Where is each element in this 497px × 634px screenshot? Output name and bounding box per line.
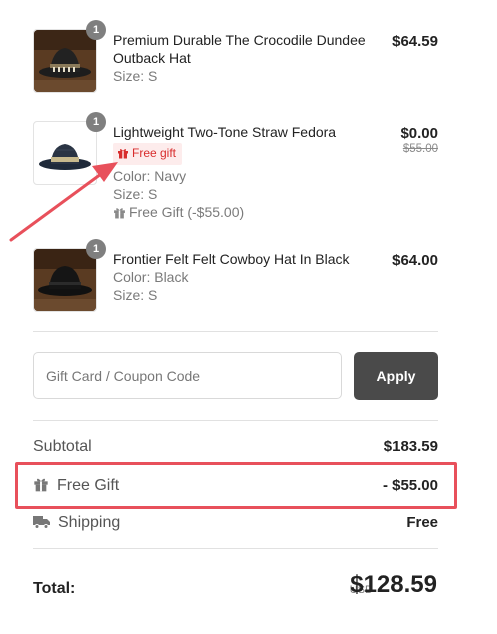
item-price: $64.00 [392,252,438,269]
free-gift-row: Free Gift - $55.00 [33,474,438,498]
apply-coupon-button[interactable]: Apply [354,352,438,400]
gift-icon [113,205,126,223]
cart-item: 1 Premium Durable The Crocodile Dundee O… [33,20,438,93]
divider [33,548,438,549]
quantity-badge: 1 [86,20,106,40]
product-thumbnail[interactable]: 1 [33,112,106,185]
item-info: Frontier Felt Felt Cowboy Hat In Black C… [113,250,368,304]
truck-icon [33,513,50,537]
hat-image-icon [34,30,96,92]
quantity-badge: 1 [86,112,106,132]
product-thumbnail[interactable]: 1 [33,239,106,312]
item-original-price: $55.00 [402,143,438,155]
item-size: Size: S [113,186,158,202]
cart-item: 1 Lightweight Two-Tone Straw Fedora Free… [33,112,438,223]
subtotal-value: $183.59 [383,438,438,455]
free-gift-badge: Free gift [113,143,183,165]
subtotal-label: Subtotal [33,438,92,455]
free-gift-label: Free Gift [57,477,120,494]
total-label: Total: [33,580,76,597]
coupon-code-input[interactable] [33,352,342,399]
free-gift-note-text: Free Gift (-$55.00) [129,204,245,220]
item-size: Size: S [113,68,158,84]
item-price: $0.00 $55.00 [400,125,438,155]
item-info: Lightweight Two-Tone Straw Fedora Free g… [113,123,368,223]
item-price-value: $0.00 [400,125,438,142]
hat-image-icon [34,122,96,184]
arrow-annotation-icon [9,162,118,242]
quantity-badge: 1 [86,239,106,259]
free-gift-value: - $55.00 [382,477,438,494]
item-title[interactable]: Premium Durable The Crocodile Dundee Out… [113,31,368,67]
total-value: $128.59 [350,571,437,598]
gift-icon [117,147,129,163]
subtotal-row: Subtotal $183.59 [33,435,438,459]
shipping-label: Shipping [58,514,121,531]
item-title[interactable]: Frontier Felt Felt Cowboy Hat In Black [113,250,368,268]
item-title[interactable]: Lightweight Two-Tone Straw Fedora [113,123,368,141]
free-gift-note: Free Gift (-$55.00) [113,203,368,223]
cart-item: 1 Frontier Felt Felt Cowboy Hat In Black… [33,239,438,312]
gift-icon [33,476,49,500]
shipping-row: Shipping Free [33,511,438,535]
product-thumbnail[interactable]: 1 [33,20,106,93]
shipping-value: Free [406,514,438,531]
free-gift-badge-label: Free gift [132,146,177,160]
item-color: Color: Black [113,269,189,285]
free-gift-label-group: Free Gift [33,474,119,500]
item-color: Color: Navy [113,168,187,184]
divider [33,331,438,332]
divider [33,420,438,421]
item-size: Size: S [113,287,158,303]
item-info: Premium Durable The Crocodile Dundee Out… [113,31,368,85]
item-price: $64.59 [392,33,438,50]
shipping-label-group: Shipping [33,511,120,537]
hat-image-icon [34,249,96,311]
